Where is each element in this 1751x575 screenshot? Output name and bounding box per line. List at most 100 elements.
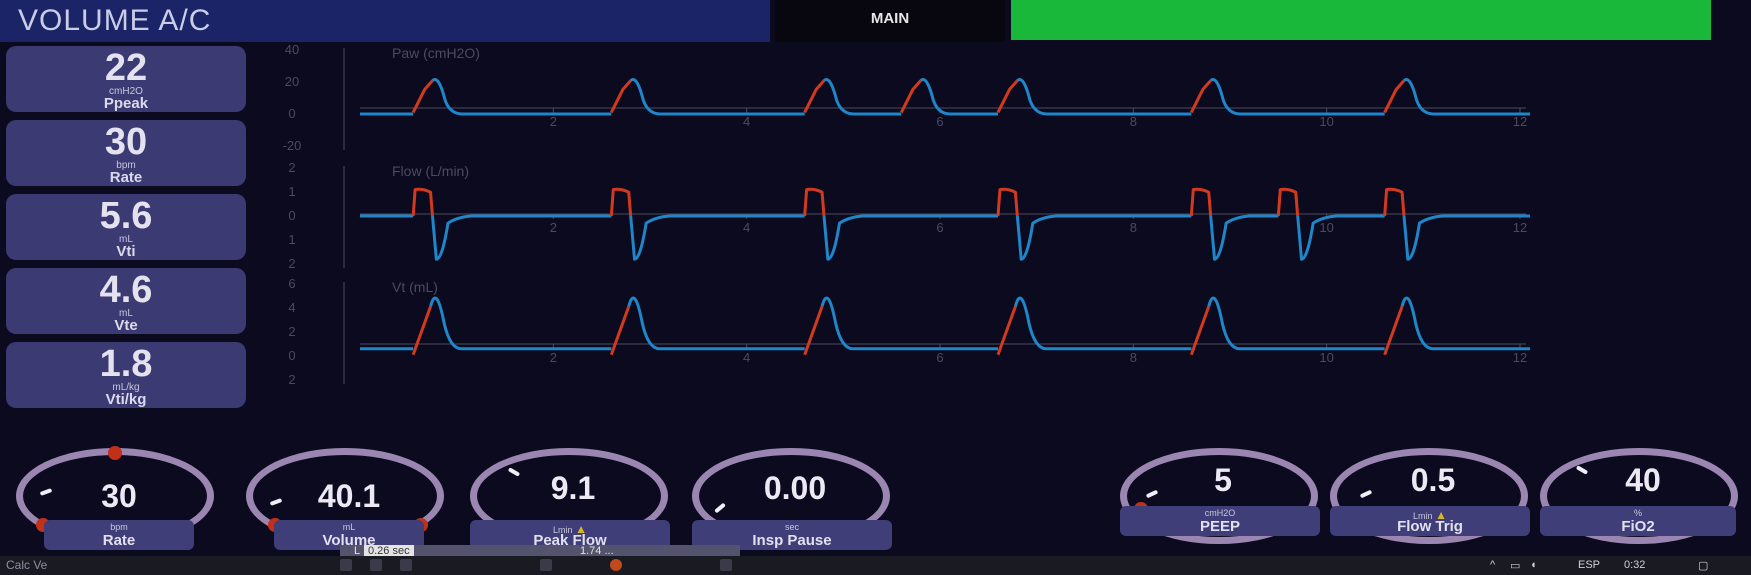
waveform-title: Vt (mL) — [392, 279, 438, 295]
y-tick-label: 0 — [288, 348, 295, 363]
expiratory-trace — [360, 78, 1530, 116]
status-bar — [1011, 0, 1711, 40]
waveform-title: Paw (cmH2O) — [392, 45, 480, 61]
y-tick-label: 0 — [288, 208, 295, 223]
taskbar-app-icon[interactable] — [610, 559, 622, 571]
main-tab[interactable]: MAIN — [775, 0, 1005, 42]
readout-value: 4.6 — [99, 269, 153, 311]
readout-value: 1.8 — [99, 343, 153, 385]
taskbar: Calc Ve ^ ▭ ◖ ESP 0:32 ▢ — [0, 556, 1751, 575]
readout-vte: 4.6 mL Vte — [6, 268, 246, 334]
readout-vti-kg: 1.8 mL/kg Vti/kg — [6, 342, 246, 408]
mode-label: VOLUME A/C — [18, 4, 212, 37]
readout-vti: 5.6 mL Vti — [6, 194, 246, 260]
x-tick-label: 8 — [1130, 114, 1137, 129]
x-tick-label: 2 — [550, 350, 557, 365]
control-peak-flow[interactable]: 9.1 Lmin ▲ Peak Flow — [462, 448, 684, 550]
control-unit: mL — [342, 522, 356, 532]
x-tick-label: 2 — [550, 220, 557, 235]
control-volume[interactable]: 40.1 mL Volume — [238, 448, 460, 550]
readout-label: Vte — [114, 317, 138, 334]
y-tick-label: 1 — [288, 232, 295, 247]
control-value: 30 — [101, 478, 137, 514]
main-tab-label: MAIN — [870, 10, 910, 27]
taskbar-app-icon[interactable] — [540, 559, 552, 571]
battery-icon: ▭ — [1510, 560, 1521, 572]
y-tick-label: 1 — [288, 184, 295, 199]
y-tick-label: 6 — [288, 276, 295, 291]
readout-value: 30 — [104, 121, 148, 163]
readout-label: Rate — [109, 169, 143, 186]
control-insp-pause[interactable]: 0.00 sec Insp Pause — [684, 448, 906, 550]
x-tick-label: 6 — [936, 350, 943, 365]
readout-value: 22 — [104, 47, 148, 89]
y-tick-label: 40 — [285, 44, 299, 57]
control-peep[interactable]: 5 cmH2O PEEP — [1112, 448, 1334, 548]
control-flow-trig[interactable]: 0.5 Lmin ▲ Flow Trig — [1322, 448, 1544, 548]
x-tick-label: 4 — [743, 114, 750, 129]
control-unit: cmH2O — [1204, 508, 1236, 518]
control-plate: % FiO2 — [1540, 506, 1736, 536]
mode-tab[interactable]: VOLUME A/C — [0, 0, 770, 42]
control-value: 9.1 — [550, 470, 596, 506]
x-tick-label: 10 — [1319, 114, 1333, 129]
control-plate: cmH2O PEEP — [1120, 506, 1320, 536]
control-label: FiO2 — [1621, 518, 1655, 535]
x-tick-label: 10 — [1319, 220, 1333, 235]
control-unit: sec — [784, 522, 799, 532]
notification-icon[interactable]: ▢ — [1698, 559, 1708, 572]
y-tick-label: 0 — [288, 106, 295, 121]
readout-ppeak: 22 cmH2O Ppeak — [6, 46, 246, 112]
clock: 0:32 — [1624, 559, 1646, 571]
x-tick-label: 12 — [1513, 220, 1527, 235]
control-value: 0.00 — [763, 470, 827, 506]
x-tick-label: 8 — [1130, 220, 1137, 235]
volume-icon[interactable]: ◖ — [1530, 559, 1537, 571]
control-plate: Lmin ▲ Flow Trig — [1330, 506, 1530, 536]
control-value: 0.5 — [1410, 462, 1456, 498]
control-value: 5 — [1214, 462, 1232, 498]
tray-arrow-icon[interactable]: ^ — [1490, 559, 1495, 571]
y-tick-label: 2 — [288, 160, 295, 175]
expiratory-trace — [360, 214, 1530, 261]
x-tick-label: 12 — [1513, 350, 1527, 365]
readout-value: 5.6 — [99, 195, 153, 237]
x-tick-label: 10 — [1319, 350, 1333, 365]
control-unit: bpm — [110, 522, 128, 532]
expiratory-trace — [360, 296, 1530, 351]
language-indicator[interactable]: ESP — [1578, 559, 1600, 571]
control-value: 40.1 — [317, 478, 381, 514]
x-tick-label: 4 — [743, 350, 750, 365]
control-value: 40 — [1625, 462, 1661, 498]
control-label: Rate — [102, 532, 136, 549]
taskbar-app-icon[interactable] — [400, 559, 412, 571]
x-tick-label: 2 — [550, 114, 557, 129]
readout-label: Ppeak — [103, 95, 149, 112]
x-tick-label: 6 — [936, 220, 943, 235]
y-tick-label: 2 — [288, 324, 295, 339]
taskbar-app-icon[interactable] — [340, 559, 352, 571]
x-tick-label: 4 — [743, 220, 750, 235]
taskbar-app-icon[interactable] — [370, 559, 382, 571]
y-tick-label: 4 — [288, 300, 295, 315]
control-plate: bpm Rate — [44, 520, 194, 550]
waveform-panel: Paw (cmH2O)40200-202 4 6 8 10 12Flow (L/min)2… — [283, 44, 1530, 387]
control-unit: % — [1633, 508, 1642, 518]
calc-label: Calc Ve — [6, 558, 48, 572]
taskbar-app-icon[interactable] — [720, 559, 732, 571]
y-tick-label: 2 — [288, 372, 295, 387]
readout-label: Vti/kg — [105, 391, 147, 408]
control-rate[interactable]: 30 bpm Rate — [8, 446, 230, 550]
readout-rate: 30 bpm Rate — [6, 120, 246, 186]
x-tick-label: 8 — [1130, 350, 1137, 365]
limit-dot-icon — [108, 446, 122, 460]
control-fio2[interactable]: 40 % FiO2 — [1536, 448, 1750, 548]
y-tick-label: -20 — [283, 138, 302, 153]
inspiratory-trace — [411, 187, 1406, 217]
waveform-title: Flow (L/min) — [392, 163, 469, 179]
x-tick-label: 12 — [1513, 114, 1527, 129]
y-tick-label: 20 — [285, 74, 299, 89]
readout-label: Vti — [116, 243, 136, 260]
top-bar: VOLUME A/C MAIN — [0, 0, 1751, 42]
x-tick-label: 6 — [936, 114, 943, 129]
